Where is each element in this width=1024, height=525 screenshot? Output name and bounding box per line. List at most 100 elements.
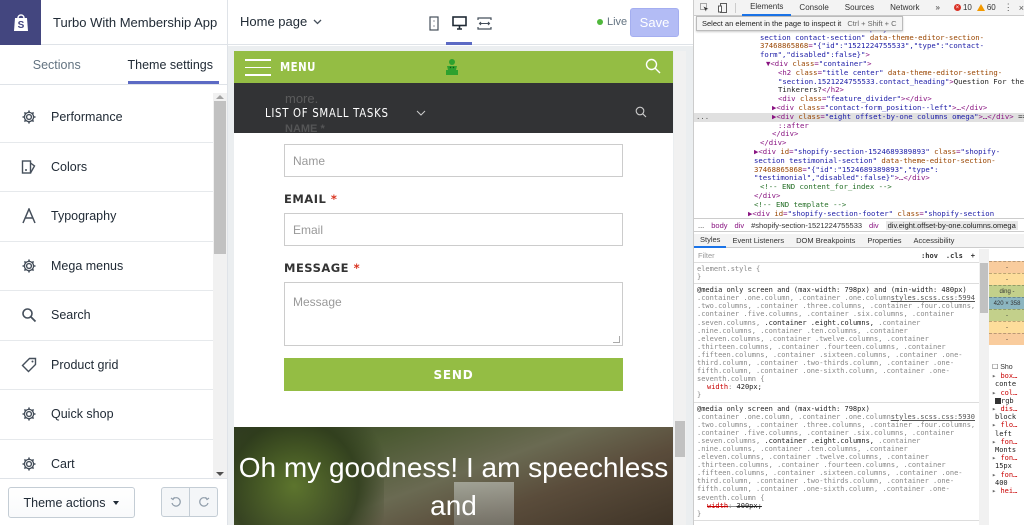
css-declaration-overridden[interactable]: width: 300px; [697,502,976,510]
sidebar-scrollbar-thumb[interactable] [214,101,226,254]
settings-item-cart[interactable]: Cart [0,440,213,479]
subtab-properties[interactable]: Properties [861,234,907,248]
show-all-checkbox[interactable]: ☐ Sho [989,364,1024,372]
undo-button[interactable] [162,488,190,516]
dom-node[interactable]: </div> [694,129,1024,139]
send-button[interactable]: SEND [284,358,623,391]
menu-label[interactable]: MENU [280,60,316,74]
message-textarea[interactable]: Message [284,282,623,346]
email-field[interactable]: Email [284,213,623,246]
hamburger-menu-icon[interactable] [245,59,271,76]
class-toggle-button[interactable]: .cls [942,252,967,260]
overlapped-text: more. [285,91,319,106]
computed-property[interactable]: ▸ hei… [989,487,1024,495]
rule-source-link[interactable]: styles.scss.css:5994 [890,294,975,303]
styles-scrollbar-thumb[interactable] [980,263,988,313]
computed-property[interactable]: ▸ col… [989,389,1024,397]
tab-theme-settings[interactable]: Theme settings [114,45,228,84]
sidebar-scrollbar[interactable] [213,93,227,478]
computed-property[interactable]: ▸ box… [989,372,1024,380]
device-toolbar-icon[interactable] [716,1,730,15]
email-label-text: EMAIL [284,192,327,206]
more-tabs-button[interactable]: » [927,0,947,16]
name-field[interactable]: Name [284,144,623,177]
color-swatch-icon[interactable] [995,397,1001,404]
resize-handle-icon[interactable] [613,336,620,343]
devtools-tab-sources[interactable]: Sources [837,0,882,16]
nav-dropdown-list-of-small-tasks[interactable]: LIST OF SMALL TASKS [265,106,426,120]
save-button[interactable]: Save [630,8,679,37]
sidebar-footer: Theme actions [0,478,227,525]
error-counter[interactable]: × 10 60 [953,3,996,12]
desktop-view-button[interactable] [449,13,469,33]
breadcrumb-item-selected[interactable]: div.eight.offset-by-one.columns.omega [885,220,1018,230]
css-value: 420px; [736,383,762,392]
dom-node[interactable]: </div> [694,191,1024,201]
styles-filter-input[interactable]: Filter [694,251,917,260]
settings-item-label: Mega menus [51,258,124,273]
subtab-event-listeners[interactable]: Event Listeners [726,234,790,248]
mobile-view-button[interactable] [424,13,444,33]
scroll-up-arrow-icon[interactable] [216,95,224,99]
page-selector[interactable]: Home page [240,14,322,29]
computed-property[interactable]: ▸ fon… [989,471,1024,479]
breadcrumb-item[interactable]: body [711,221,727,230]
dom-node[interactable]: <!-- END content_for_index --> [694,182,1024,192]
fullscreen-view-button[interactable] [474,13,494,33]
settings-item-quick-shop[interactable]: Quick shop [0,390,213,440]
main-search-button[interactable] [645,58,661,79]
devtools-tab-console[interactable]: Console [791,0,836,16]
breadcrumb-item[interactable]: div [735,221,745,230]
new-rule-button[interactable]: + [967,252,979,260]
settings-item-label: Cart [51,456,75,471]
subtab-styles[interactable]: Styles [694,234,727,248]
secondary-search-button[interactable] [635,105,647,123]
dom-node[interactable]: ::after [694,121,1024,131]
settings-item-colors[interactable]: Colors [0,143,213,192]
close-devtools-icon[interactable]: × [1019,3,1024,13]
shopify-bag-icon[interactable]: S [0,0,41,45]
preview-scrollbar[interactable] [674,51,686,525]
dom-node[interactable]: "section.1521224755533.contact_heading">… [694,77,1024,87]
caret-down-icon [113,500,120,505]
css-declaration[interactable]: width: 420px; [697,383,976,391]
theme-actions-button[interactable]: Theme actions [8,487,135,518]
devtools-tab-network[interactable]: Network [882,0,927,16]
devtools-tab-elements[interactable]: Elements [742,0,792,16]
inspect-element-icon[interactable] [698,1,712,15]
store-logo-icon[interactable] [444,58,460,81]
settings-item-label: Performance [51,110,123,125]
computed-property[interactable]: ▸ flo… [989,421,1024,429]
selector-match: .container .eight.columns, [764,318,875,327]
rule-source-link[interactable]: styles.scss.css:5930 [890,412,975,421]
node-actions-ellipsis[interactable]: ... [696,112,709,122]
breadcrumb-item[interactable]: #shopify-section-1521224755533 [751,221,862,230]
dom-node-selected[interactable]: ▶<div class="eight offset-by-one columns… [694,112,1024,122]
styles-rules[interactable]: element.style { } @media only screen and… [694,263,979,525]
hover-state-button[interactable]: :hov [917,252,942,260]
subtab-dom-breakpoints[interactable]: DOM Breakpoints [790,234,861,248]
redo-button[interactable] [190,488,217,516]
subtab-accessibility[interactable]: Accessibility [908,234,961,248]
settings-item-mega-menus[interactable]: Mega menus [0,242,213,291]
dom-tree[interactable]: "disabled":false}">…</div>1521224755533"… [694,16,1024,218]
breadcrumb-item[interactable]: div [869,221,879,230]
css-rule[interactable]: @media only screen and (max-width: 798px… [694,284,979,403]
tab-sections[interactable]: Sections [0,45,114,84]
preview-scrollbar-thumb[interactable] [675,421,685,457]
computed-property[interactable]: ▸ fon… [989,454,1024,462]
css-rule[interactable]: @media only screen and (max-width: 798px… [694,403,979,521]
settings-item-performance[interactable]: Performance [0,93,213,143]
settings-item-typography[interactable]: Typography [0,192,213,242]
scroll-down-arrow-icon[interactable] [216,472,224,476]
element-style-rule[interactable]: element.style { } [694,263,979,285]
dom-node[interactable]: ▶<div id="shopify-section-footer" class=… [694,209,1024,218]
kebab-menu-icon[interactable]: ⋮ [1004,2,1013,13]
settings-item-search[interactable]: Search [0,291,213,341]
computed-property[interactable]: ▸ fon… [989,438,1024,446]
warning-count: 60 [986,3,996,12]
settings-item-product-grid[interactable]: Product grid [0,341,213,390]
styles-scrollbar[interactable] [979,249,989,525]
computed-property[interactable]: ▸ dis… [989,405,1024,413]
breadcrumb-item[interactable]: ... [698,221,704,230]
